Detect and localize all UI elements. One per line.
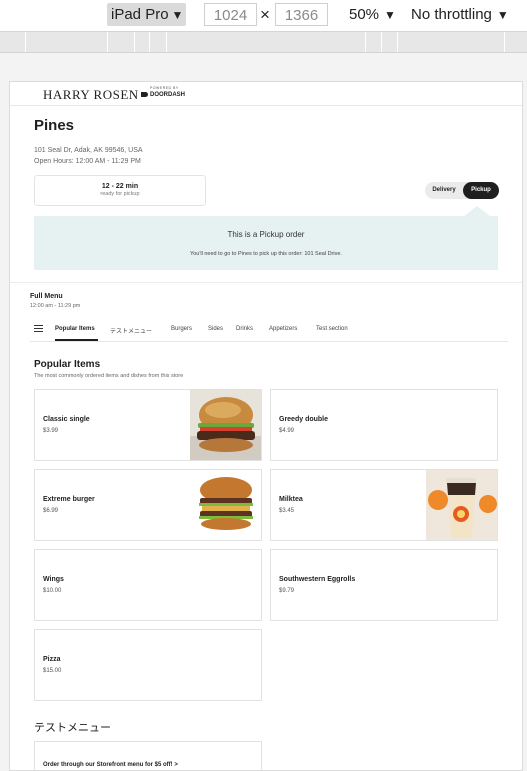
item-price: $15.00 [43,668,62,674]
menu-item-card[interactable]: Milktea $3.45 [270,469,498,541]
throttling-label: No throttling [411,6,492,23]
store-address: 101 Seal Dr, Adak, AK 99546, USA [34,147,143,154]
eta-time: 12 - 22 min [101,183,139,190]
promo-card[interactable]: Order through our Storefront menu for $5… [34,741,262,770]
store-hours: Open Hours: 12:00 AM - 11:29 PM [34,158,141,165]
pickup-banner-description: You'll need to go to Pines to pick up th… [190,251,342,257]
tab-test-section[interactable]: Test section [316,326,348,332]
eta-note: ready for pickup [100,191,140,197]
tab-test-menu[interactable]: テストメニュー [110,326,152,335]
viewport-height-input[interactable]: 1366 [275,3,328,26]
burger-photo [190,390,261,460]
item-name: Extreme burger [43,496,95,503]
media-query-ruler[interactable] [0,31,527,53]
item-name: Milktea [279,496,303,503]
menu-tabs: Popular Items テストメニュー Burgers Sides Drin… [30,322,508,342]
milk-tea-photo [426,470,497,540]
delivery-option[interactable]: Delivery [425,182,463,199]
powered-by-label: POWERED BY [150,86,179,90]
item-price: $9.79 [279,588,295,594]
storefront-page: HARRY ROSEN POWERED BY DOORDASH Pines 10… [9,81,523,771]
menu-item-card[interactable]: Southwestern Eggrolls $9.79 [270,549,498,621]
zoom-select[interactable]: 50% ▼ [349,6,396,23]
tab-appetizers[interactable]: Appetizers [269,326,297,332]
menu-hours: 12:00 am - 11:29 pm [30,303,81,309]
pickup-option[interactable]: Pickup [463,182,499,199]
throttling-select[interactable]: No throttling ▼ [411,6,509,23]
tab-drinks[interactable]: Drinks [236,326,253,332]
site-header: HARRY ROSEN POWERED BY DOORDASH [10,82,522,106]
menu-name: Full Menu [30,293,63,300]
promo-text: Order through our Storefront menu for $5… [43,762,178,768]
item-name: Wings [43,576,64,583]
list-icon[interactable] [34,325,43,333]
item-price: $4.99 [279,428,295,434]
tab-popular-items[interactable]: Popular Items [55,326,95,332]
pickup-banner-title: This is a Pickup order [227,230,305,239]
section-title: テストメニュー [34,722,111,734]
store-name: Pines [34,117,75,134]
item-price: $3.45 [279,508,295,514]
divider [10,282,522,283]
partner-name: DOORDASH [150,91,186,98]
item-price: $10.00 [43,588,62,594]
chevron-down-icon: ▼ [496,8,509,22]
dimension-separator: × [260,5,270,24]
tab-sides[interactable]: Sides [208,326,223,332]
devtools-toolbar: iPad Pro ▼ 1024 × 1366 50% ▼ No throttling… [0,0,527,30]
menu-item-card[interactable]: Wings $10.00 [34,549,262,621]
pickup-banner: This is a Pickup order You'll need to go… [34,216,498,270]
doordash-logo: POWERED BY DOORDASH [141,86,186,98]
zoom-label: 50% [349,6,380,23]
chevron-down-icon: ▼ [171,8,184,22]
tab-burgers[interactable]: Burgers [171,326,192,332]
chevron-down-icon: ▼ [384,8,396,22]
item-name: Greedy double [279,416,329,423]
section-subtitle: The most commonly ordered items and dish… [34,373,184,379]
item-price: $6.99 [43,508,59,514]
menu-item-card[interactable]: Pizza $15.00 [34,629,262,701]
device-label: iPad Pro [111,6,169,23]
item-price: $3.99 [43,428,59,434]
menu-item-card[interactable]: Greedy double $4.99 [270,389,498,461]
double-burger-photo [190,470,261,540]
item-name: Southwestern Eggrolls [279,576,356,583]
eta-box: 12 - 22 min ready for pickup [34,175,206,206]
doordash-icon [141,92,148,97]
delivery-pickup-toggle: Delivery Pickup [425,182,499,199]
menu-item-card[interactable]: Classic single $3.99 [34,389,262,461]
item-name: Classic single [43,416,90,423]
item-name: Pizza [43,656,61,663]
section-title: Popular Items [34,359,101,370]
active-tab-indicator [55,339,98,341]
menu-item-card[interactable]: Extreme burger $6.99 [34,469,262,541]
device-select[interactable]: iPad Pro ▼ [107,3,186,26]
brand-logo[interactable]: HARRY ROSEN [43,87,139,103]
viewport-width-input[interactable]: 1024 [204,3,257,26]
